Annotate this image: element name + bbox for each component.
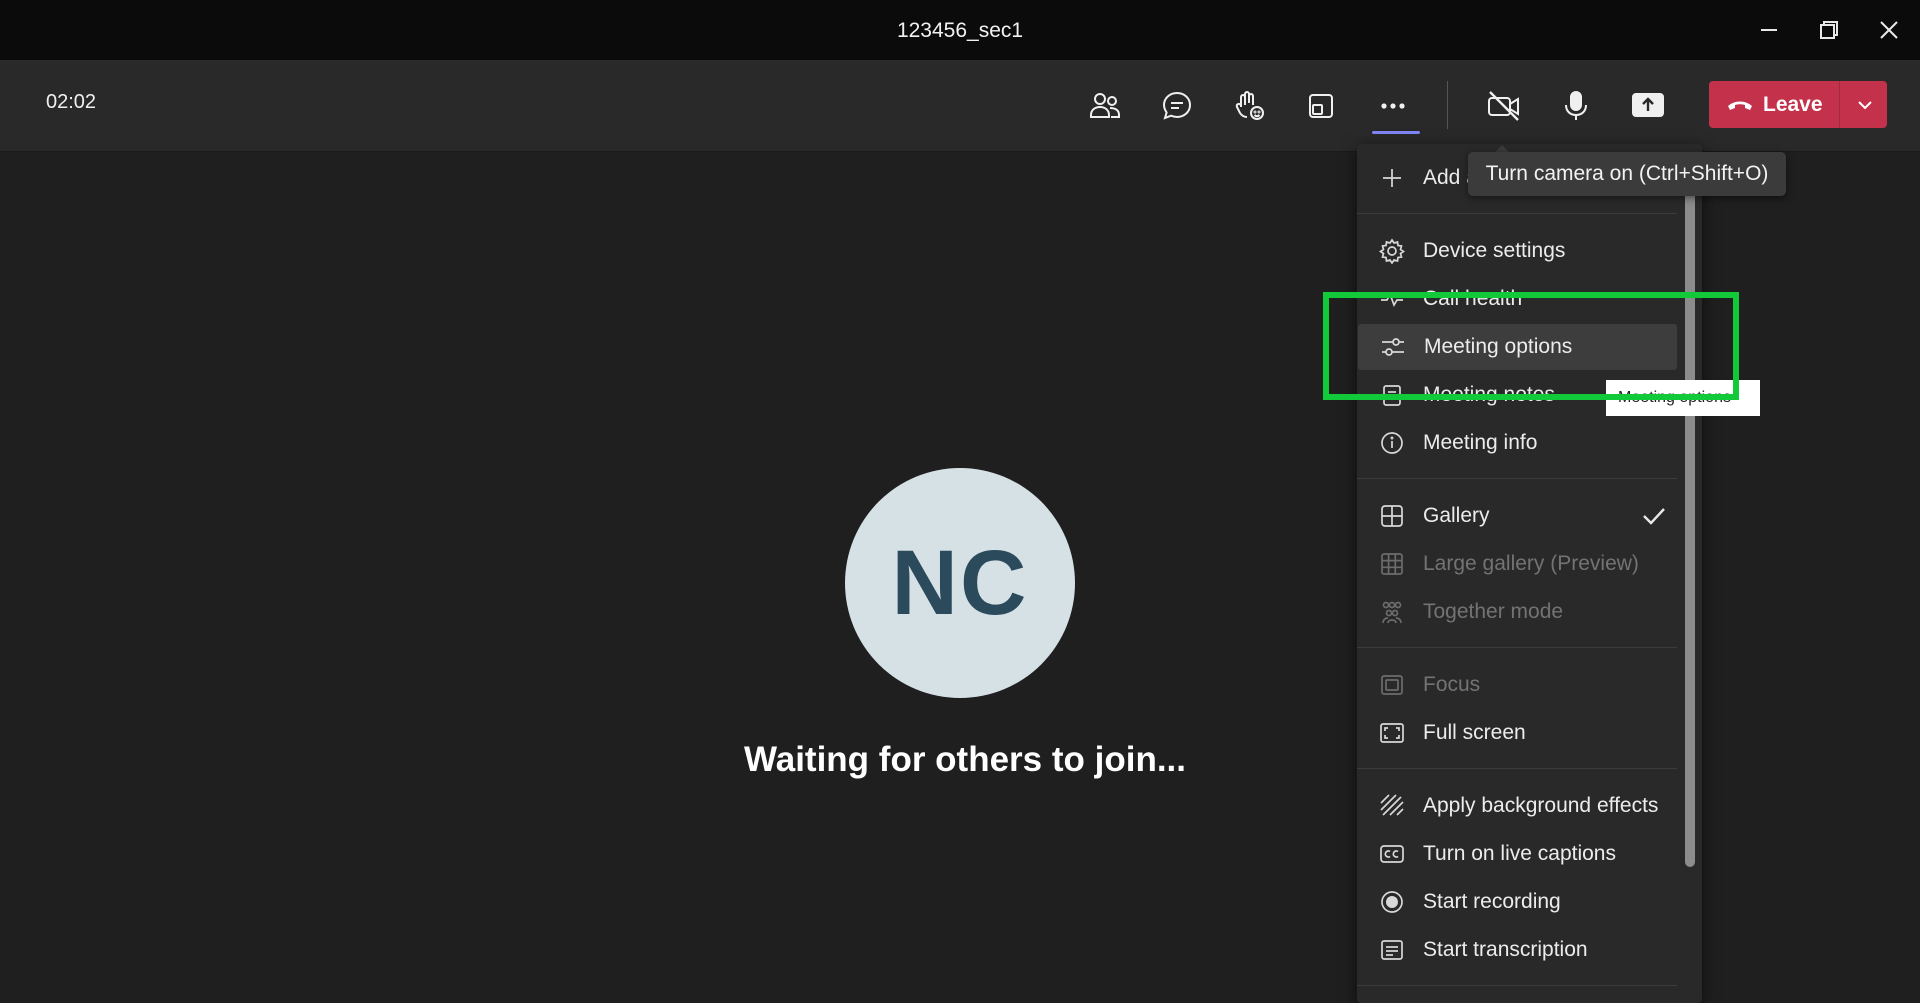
menu-item-start-transcription[interactable]: Start transcription [1357, 927, 1677, 973]
menu-item-label: Device settings [1423, 239, 1566, 262]
close-icon [1880, 21, 1898, 39]
rooms-button[interactable] [1296, 81, 1346, 131]
microphone-icon [1565, 91, 1587, 120]
menu-divider [1357, 213, 1677, 214]
menu-item-label: Turn on live captions [1423, 842, 1616, 865]
more-actions-button[interactable] [1368, 81, 1418, 131]
focus-icon [1377, 670, 1407, 700]
restore-button[interactable] [1809, 12, 1849, 48]
active-indicator [1372, 131, 1420, 134]
reactions-button[interactable] [1224, 81, 1274, 131]
info-icon [1377, 428, 1407, 458]
chevron-down-icon [1858, 100, 1872, 109]
closed-captions-icon [1377, 839, 1407, 869]
minimize-icon [1761, 29, 1777, 31]
menu-divider [1357, 647, 1677, 648]
menu-divider [1357, 768, 1677, 769]
meeting-toolbar: 02:02 Leave [0, 61, 1920, 152]
large-gallery-icon [1377, 549, 1407, 579]
menu-divider [1357, 478, 1677, 479]
checkmark-icon [1643, 508, 1665, 525]
leave-button[interactable]: Leave [1709, 81, 1887, 128]
microphone-button[interactable] [1551, 81, 1601, 131]
menu-item-device-settings[interactable]: Device settings [1357, 228, 1677, 274]
plus-icon [1377, 163, 1407, 193]
menu-item-label: Apply background effects [1423, 794, 1659, 817]
avatar: NC [845, 468, 1075, 698]
hang-up-icon [1728, 101, 1752, 110]
menu-scrollbar[interactable] [1685, 152, 1695, 867]
gear-icon [1377, 236, 1407, 266]
menu-item-meeting-info[interactable]: Meeting info [1357, 420, 1677, 466]
breakout-rooms-icon [1309, 94, 1333, 118]
background-effects-icon [1377, 791, 1407, 821]
share-button[interactable] [1623, 81, 1673, 131]
full-screen-icon [1377, 718, 1407, 748]
leave-divider [1839, 81, 1840, 128]
menu-item-full-screen[interactable]: Full screen [1357, 710, 1677, 756]
menu-item-label: Start transcription [1423, 938, 1588, 961]
menu-item-gallery[interactable]: Gallery [1357, 493, 1677, 539]
menu-divider [1357, 985, 1677, 986]
transcript-icon [1377, 935, 1407, 965]
share-screen-icon [1632, 93, 1664, 117]
participants-button[interactable] [1080, 81, 1130, 131]
menu-item-label: Focus [1423, 673, 1481, 696]
more-icon [1381, 103, 1405, 109]
leave-label: Leave [1763, 92, 1823, 116]
menu-item-label: Start recording [1423, 890, 1561, 913]
more-actions-menu: Add a Device settings Call health Meetin… [1357, 144, 1702, 1003]
chat-icon [1162, 91, 1192, 120]
chat-button[interactable] [1152, 81, 1202, 131]
menu-item-focus[interactable]: Focus [1357, 662, 1677, 708]
menu-item-label: Together mode [1423, 600, 1564, 623]
camera-button[interactable] [1479, 81, 1529, 131]
menu-item-large-gallery[interactable]: Large gallery (Preview) [1357, 541, 1677, 587]
title-bar: 123456_sec1 [0, 0, 1920, 61]
waiting-message: Waiting for others to join... [744, 740, 1186, 779]
menu-item-background-effects[interactable]: Apply background effects [1357, 783, 1677, 829]
close-button[interactable] [1869, 12, 1909, 48]
camera-tooltip: Turn camera on (Ctrl+Shift+O) [1468, 152, 1786, 196]
menu-item-live-captions[interactable]: Turn on live captions [1357, 831, 1677, 877]
menu-item-start-recording[interactable]: Start recording [1357, 879, 1677, 925]
minimize-button[interactable] [1749, 12, 1789, 48]
menu-item-label: Gallery [1423, 504, 1490, 527]
menu-item-label: Meeting info [1423, 431, 1538, 454]
meeting-timer: 02:02 [46, 91, 97, 113]
menu-item-label: Full screen [1423, 721, 1526, 744]
menu-item-together-mode[interactable]: Together mode [1357, 589, 1677, 635]
window-title: 123456_sec1 [896, 19, 1024, 42]
together-mode-icon [1377, 597, 1407, 627]
leave-options-button[interactable] [1843, 81, 1887, 128]
camera-off-icon [1488, 91, 1519, 121]
highlight-box [1323, 292, 1739, 400]
record-icon [1377, 887, 1407, 917]
toolbar-divider [1447, 81, 1448, 129]
menu-item-label: Large gallery (Preview) [1423, 552, 1639, 575]
people-icon [1090, 93, 1120, 118]
restore-icon [1820, 21, 1838, 39]
raise-hand-icon [1235, 91, 1264, 120]
gallery-icon [1377, 501, 1407, 531]
